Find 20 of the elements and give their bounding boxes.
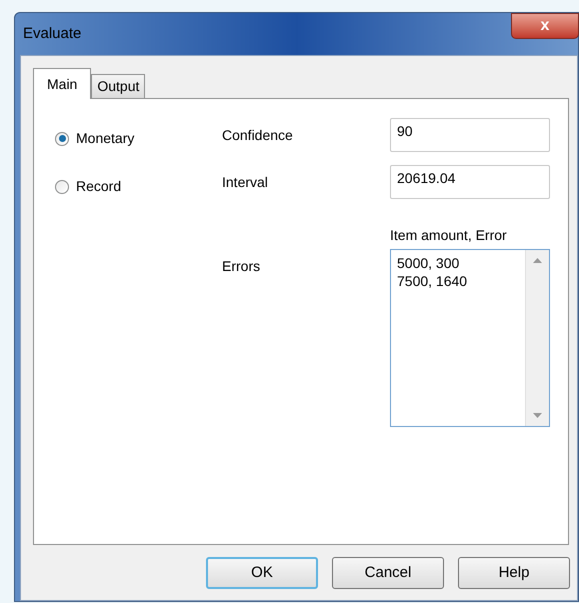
tab[interactable]: Main [33,68,92,99]
tab[interactable]: Output [91,74,146,98]
window-title: Evaluate [23,24,82,44]
scroll-up-icon[interactable] [533,258,542,263]
dialog-button[interactable]: Help [458,557,570,589]
hint-text: Item amount, Error [390,226,508,245]
field-label: Confidence [222,126,294,144]
radio-button[interactable] [55,132,69,146]
field-label: Errors [222,258,260,274]
errors-text-area[interactable]: 5000, 300 7500, 1640 [390,249,550,427]
radio-button[interactable] [55,180,69,194]
radio-label[interactable]: Record [76,176,122,197]
scrollbar[interactable] [525,250,549,426]
radio-label[interactable]: Monetary [76,128,134,149]
input-field[interactable]: 90 [390,118,550,152]
scroll-down-icon[interactable] [533,413,542,418]
input-field[interactable]: 20619.04 [390,165,550,199]
dialog-button[interactable]: Cancel [332,557,444,589]
dialog-button[interactable]: OK [206,557,318,589]
field-label: Interval [222,172,269,192]
